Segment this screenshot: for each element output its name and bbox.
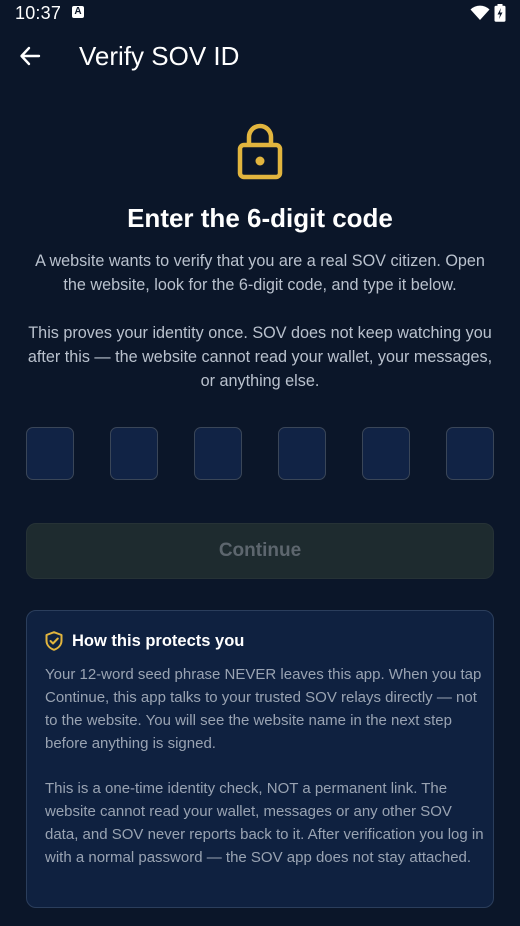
lock-icon xyxy=(237,123,283,180)
info-card-title: How this protects you xyxy=(72,631,245,650)
code-digit-1[interactable] xyxy=(26,427,74,480)
arrow-left-icon xyxy=(20,46,41,66)
wifi-icon xyxy=(470,5,490,20)
page-title: Verify SOV ID xyxy=(79,41,240,71)
status-bar: 10:37 A xyxy=(0,0,520,28)
code-digit-4[interactable] xyxy=(278,427,326,480)
code-digit-3[interactable] xyxy=(194,427,242,480)
code-digit-6[interactable] xyxy=(446,427,494,480)
app-bar: Verify SOV ID xyxy=(0,32,520,82)
privacy-text: This proves your identity once. SOV does… xyxy=(27,324,493,390)
code-digit-2[interactable] xyxy=(110,427,158,480)
code-heading: Enter the 6-digit code xyxy=(127,203,393,233)
info-card-paragraph-2: This is a one-time identity check, NOT a… xyxy=(45,780,484,866)
info-card-header: How this protects you xyxy=(45,629,244,653)
info-card: How this protects you Your 12-word seed … xyxy=(26,610,494,908)
continue-button[interactable]: Continue xyxy=(26,523,494,579)
a-letter-icon: A xyxy=(72,6,84,18)
battery-charging-icon xyxy=(494,4,506,22)
code-input-row xyxy=(26,427,494,480)
intro-text: A website wants to verify that you are a… xyxy=(35,252,485,294)
info-card-paragraph-1: Your 12-word seed phrase NEVER leaves th… xyxy=(45,666,482,752)
status-time: 10:37 xyxy=(15,3,62,23)
back-button[interactable] xyxy=(10,36,50,76)
shield-check-icon xyxy=(45,631,63,651)
code-digit-5[interactable] xyxy=(362,427,410,480)
